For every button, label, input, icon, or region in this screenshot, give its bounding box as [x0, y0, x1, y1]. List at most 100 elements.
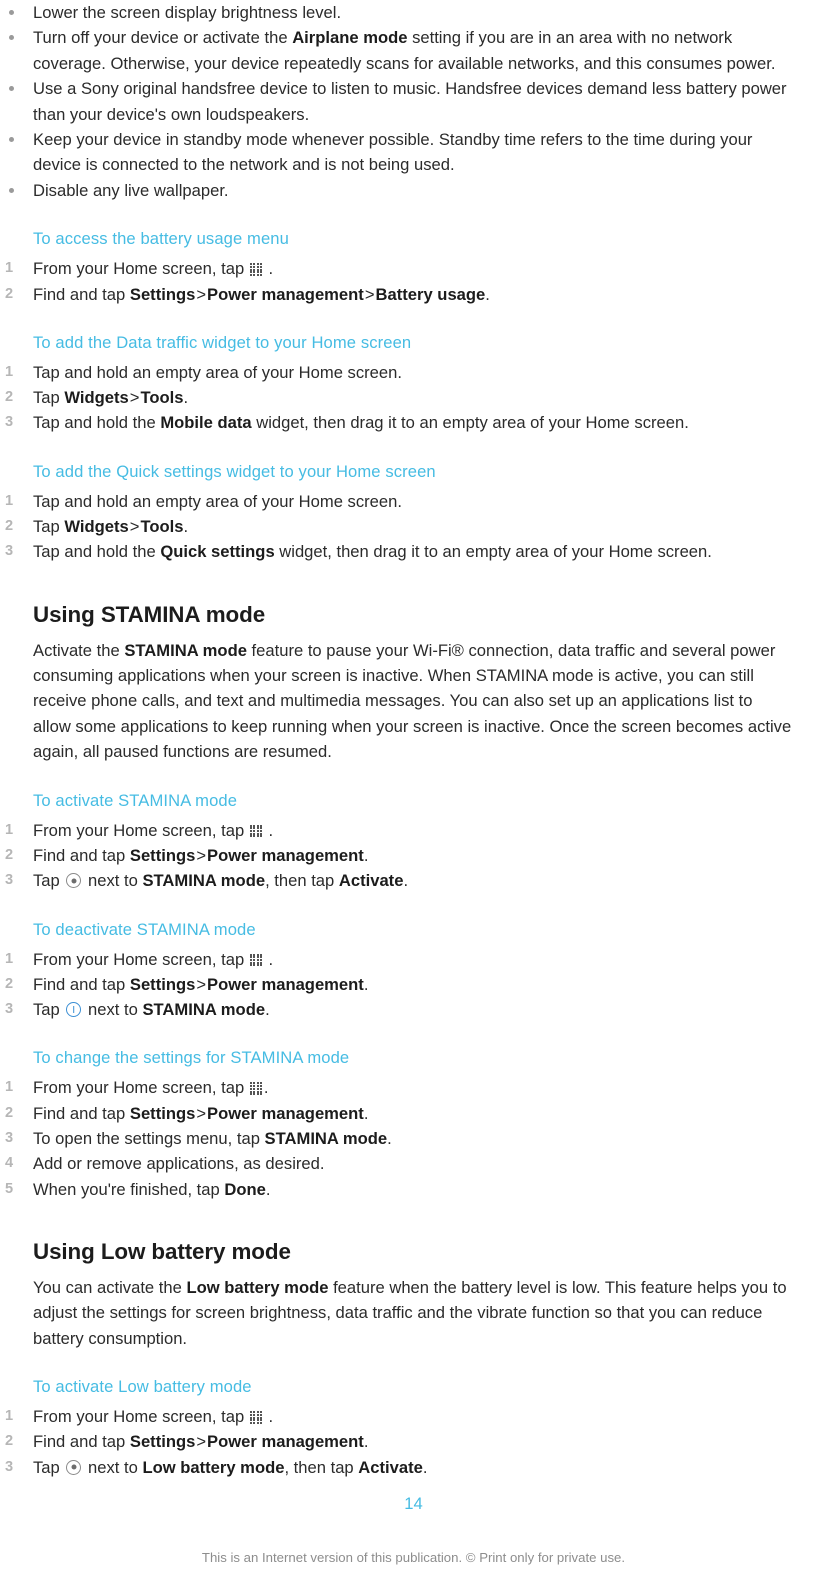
- step-text-tail: .: [363, 974, 369, 994]
- step-item: From your Home screen, tap .: [0, 818, 798, 844]
- step-text: To open the settings menu, tap: [33, 1129, 265, 1149]
- ui-term-power-management: Power management: [207, 1103, 364, 1123]
- para-text: Activate the: [33, 640, 125, 660]
- tip-text: Lower the screen display brightness leve…: [33, 3, 342, 22]
- step-item: Tap next to Low battery mode, then tap A…: [0, 1455, 798, 1481]
- step-text-tail: widget, then drag it to an empty area of…: [274, 542, 712, 562]
- step-item: From your Home screen, tap .: [0, 947, 798, 973]
- ui-term-widgets: Widgets: [64, 388, 129, 408]
- ui-term-stamina-mode: STAMINA mode: [142, 871, 266, 891]
- step-item: From your Home screen, tap .: [0, 256, 798, 282]
- ui-term-power-management: Power management: [207, 1432, 364, 1452]
- separator: >: [196, 974, 207, 994]
- step-item: Find and tap Settings>Power management>B…: [0, 282, 798, 308]
- ui-term-stamina-mode: STAMINA mode: [142, 1000, 266, 1020]
- procedure-steps-data-traffic-widget: Tap and hold an empty area of your Home …: [0, 360, 798, 436]
- step-text-tail: .: [363, 1432, 369, 1452]
- radio-button-icon: [66, 873, 82, 889]
- separator: >: [129, 517, 140, 537]
- step-text: Tap: [33, 871, 60, 891]
- step-item: Tap next to STAMINA mode.: [0, 997, 798, 1023]
- step-text: Tap and hold an empty area of your Home …: [33, 491, 402, 511]
- step-text-tail: .: [183, 388, 189, 408]
- step-text: Tap: [33, 1457, 60, 1477]
- step-text-tail: .: [363, 845, 369, 865]
- step-text: Tap and hold the: [33, 542, 161, 562]
- procedure-steps-deactivate-stamina: From your Home screen, tap . Find and ta…: [0, 947, 798, 1023]
- ui-term-power-management: Power management: [207, 974, 364, 994]
- step-text-tail: .: [422, 1457, 428, 1477]
- step-item: Find and tap Settings>Power management.: [0, 1101, 798, 1127]
- procedure-steps-change-stamina-settings: From your Home screen, tap . Find and ta…: [0, 1075, 798, 1203]
- tip-text: Use a Sony original handsfree device to …: [33, 79, 787, 124]
- list-item: Use a Sony original handsfree device to …: [0, 76, 798, 127]
- footer-copyright-note: This is an Internet version of this publ…: [201, 1550, 626, 1565]
- step-text: Find and tap: [33, 1432, 130, 1452]
- step-item: Tap Widgets>Tools.: [0, 514, 798, 540]
- procedure-heading-change-stamina-settings: To change the settings for STAMINA mode: [33, 1048, 350, 1068]
- step-text-tail: .: [387, 1129, 392, 1149]
- document-page: Lower the screen display brightness leve…: [0, 0, 827, 1590]
- step-item: When you're finished, tap Done.: [0, 1177, 798, 1203]
- step-text-tail: .: [268, 820, 274, 840]
- ui-term-mobile-data: Mobile data: [160, 413, 252, 433]
- step-text: Find and tap: [33, 974, 130, 994]
- section-paragraph-low-battery: You can activate the Low battery mode fe…: [33, 1275, 798, 1351]
- step-text: Find and tap: [33, 284, 130, 304]
- list-item: Lower the screen display brightness leve…: [0, 0, 798, 25]
- ui-term-settings: Settings: [129, 1103, 196, 1123]
- power-on-toggle-icon: [66, 1002, 82, 1018]
- ui-term-settings: Settings: [129, 845, 196, 865]
- app-grid-icon: [249, 953, 263, 967]
- list-item: Disable any live wallpaper.: [0, 178, 798, 203]
- step-text: When you're finished, tap: [33, 1179, 225, 1199]
- app-grid-icon: [249, 1082, 263, 1096]
- app-grid-icon: [249, 824, 263, 838]
- ui-term-low-battery-mode: Low battery mode: [186, 1277, 329, 1297]
- step-text: From your Home screen, tap: [33, 259, 245, 279]
- step-item: From your Home screen, tap .: [0, 1404, 798, 1430]
- step-text: , then tap: [284, 1457, 359, 1477]
- ui-term-widgets: Widgets: [64, 517, 129, 537]
- procedure-steps-activate-low-battery: From your Home screen, tap . Find and ta…: [0, 1404, 798, 1480]
- ui-term-power-management: Power management: [207, 284, 364, 304]
- step-text-tail: .: [265, 1179, 271, 1199]
- step-item: From your Home screen, tap .: [0, 1075, 798, 1101]
- ui-term-activate: Activate: [358, 1457, 423, 1477]
- ui-term-activate: Activate: [338, 871, 404, 891]
- step-text-tail: widget, then drag it to an empty area of…: [251, 413, 689, 433]
- step-text: Find and tap: [33, 845, 130, 865]
- separator: >: [196, 1103, 207, 1123]
- radio-button-icon: [66, 1459, 82, 1475]
- step-text: Add or remove applications, as desired.: [33, 1154, 325, 1174]
- page-number: 14: [404, 1494, 423, 1513]
- separator: >: [129, 388, 140, 408]
- step-item: Tap and hold an empty area of your Home …: [0, 489, 798, 515]
- step-text: Tap: [33, 1000, 60, 1020]
- separator: >: [196, 1432, 207, 1452]
- step-text: From your Home screen, tap: [33, 949, 245, 969]
- step-item: To open the settings menu, tap STAMINA m…: [0, 1126, 798, 1152]
- ui-term-power-management: Power management: [207, 845, 364, 865]
- step-text-tail: .: [268, 1407, 274, 1427]
- step-text-tail: .: [263, 1078, 269, 1098]
- step-text-tail: .: [265, 1000, 270, 1020]
- section-paragraph-stamina: Activate the STAMINA mode feature to pau…: [33, 638, 798, 765]
- step-item: Tap and hold an empty area of your Home …: [0, 360, 798, 386]
- tip-text: Disable any live wallpaper.: [33, 180, 229, 200]
- ui-term-tools: Tools: [140, 517, 184, 537]
- procedure-heading-activate-low-battery: To activate Low battery mode: [33, 1377, 252, 1397]
- step-text: Tap: [33, 517, 65, 537]
- step-text: Find and tap: [33, 1103, 130, 1123]
- step-item: Tap and hold the Mobile data widget, the…: [0, 410, 798, 436]
- tip-bold-term: Airplane mode: [292, 28, 408, 48]
- step-item: Tap Widgets>Tools.: [0, 385, 798, 411]
- step-text-tail: .: [268, 259, 274, 279]
- ui-term-stamina-mode: STAMINA mode: [264, 1129, 388, 1149]
- procedure-heading-activate-stamina: To activate STAMINA mode: [33, 790, 238, 810]
